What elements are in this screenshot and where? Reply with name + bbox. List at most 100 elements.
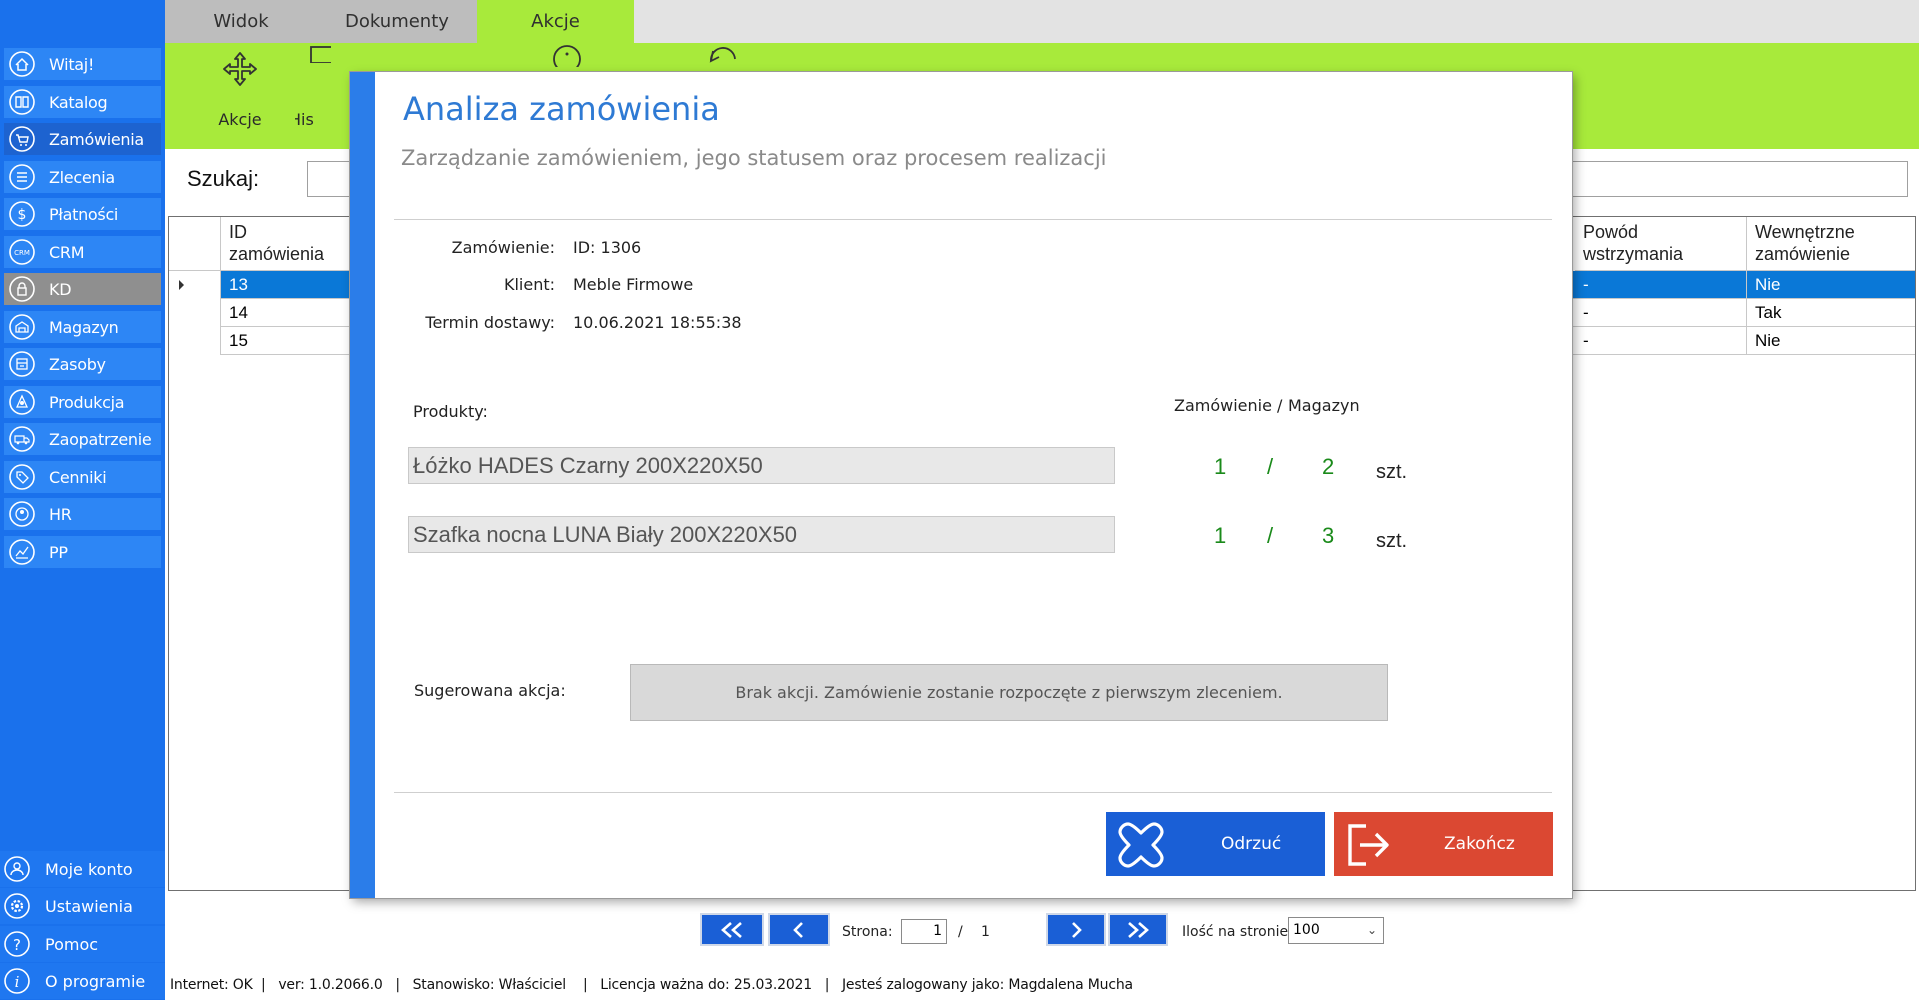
grid-corner [169,217,221,271]
first-page-button[interactable] [700,913,764,946]
cell-reason: - [1575,299,1747,327]
suggested-action-value: Brak akcji. Zamówienie zostanie rozpoczę… [630,664,1388,721]
page-number-input[interactable]: 1 [901,919,947,944]
sidebar-item-cenniki[interactable]: Cenniki [4,461,161,493]
user-icon [4,856,30,882]
sidebar-item-label: Magazyn [49,317,119,337]
home-icon [9,51,35,77]
sidebar-item-label: HR [49,504,72,524]
divider [394,792,1552,793]
move-arrows-icon [223,52,257,86]
current-row-arrow-icon [179,280,184,290]
ordered-quantity: 1 [1214,454,1227,479]
sidebar-item-pp[interactable]: PP [4,536,161,568]
row-selector[interactable] [169,271,221,299]
column-header-reason[interactable]: Powód wstrzymania [1575,217,1747,271]
chevron-right-icon [1072,921,1082,938]
production-icon [9,389,35,415]
tool-akcje-button[interactable]: Akcje [185,43,295,149]
svg-text:$: $ [18,207,27,223]
sidebar-item-platnosci[interactable]: $ Płatności [4,198,161,230]
sidebar-item-zasoby[interactable]: Zasoby [4,348,161,380]
pp-icon [9,539,35,565]
sidebar-item-zaopatrzenie[interactable]: Zaopatrzenie [4,423,161,455]
product-name-field: Szafka nocna LUNA Biały 200X220X50 [408,516,1115,553]
sidebar-item-label: O programie [45,971,146,991]
reject-button[interactable]: Odrzuć [1106,812,1325,876]
status-bar: Internet: OK | ver: 1.0.2066.0 | Stanowi… [170,977,1133,993]
svg-text:CRM: CRM [14,249,30,257]
sidebar-item-witaj[interactable]: Witaj! [4,48,161,80]
last-page-button[interactable] [1108,913,1168,946]
ordered-quantity: 1 [1214,523,1227,548]
tool-label: Akcje [218,110,262,129]
sidebar-item-produkcja[interactable]: Produkcja [4,386,161,418]
cell-id: 15 [221,327,351,355]
per-page-select[interactable]: 100 ⌄ [1288,917,1384,944]
exit-arrow-icon [1348,824,1389,866]
column-stock-label: Magazyn [1288,396,1360,415]
reject-button-label: Odrzuć [1221,834,1282,854]
unit-label: szt. [1376,461,1408,483]
sidebar-item-label: CRM [49,242,85,262]
finish-button-label: Zakończ [1444,834,1515,854]
sidebar-item-label: Cenniki [49,467,107,487]
per-page-value: 100 [1293,922,1320,938]
page-separator: / [958,924,963,940]
svg-text:?: ? [13,936,21,954]
dialog-title: Analiza zamówienia [403,90,720,128]
page-label: Strona: [842,924,893,940]
stock-quantity: 2 [1322,454,1335,479]
sidebar-item-zamowienia[interactable]: Zamówienia [4,123,161,155]
row-selector[interactable] [169,299,221,327]
order-label: Zamówienie: [451,238,555,257]
row-selector[interactable] [169,327,221,355]
chevron-left-icon [793,921,803,938]
sidebar-help[interactable]: ? Pomoc [0,926,165,962]
sidebar-item-kd[interactable]: KD [4,273,161,305]
cell-id: 14 [221,299,351,327]
hr-icon [9,501,35,527]
search-label: Szukaj: [187,166,260,191]
sidebar-item-label: KD [49,279,72,299]
dollar-icon: $ [9,201,35,227]
per-page-label: Ilość na stronie: [1182,924,1293,940]
sidebar-item-crm[interactable]: CRM CRM [4,236,161,268]
sidebar-item-katalog[interactable]: Katalog [4,86,161,118]
prev-page-button[interactable] [768,913,830,946]
client-label: Klient: [503,275,555,294]
tool-history-button[interactable]: His [295,43,331,149]
sidebar-about[interactable]: i O programie [0,963,165,999]
sidebar-item-label: Zaopatrzenie [49,429,152,449]
next-page-button[interactable] [1046,913,1106,946]
sidebar-item-label: Zlecenia [49,167,115,187]
sidebar-item-label: Moje konto [45,859,133,879]
page-total: 1 [981,924,990,940]
truck-icon [9,426,35,452]
info-icon: i [4,968,30,994]
sidebar-my-account[interactable]: Moje konto [0,851,165,887]
sidebar: Witaj! Katalog Zamówienia Zlecenia $ Pła… [0,0,165,1000]
column-header-id[interactable]: ID zamówienia [221,217,351,271]
sidebar-item-label: Zasoby [49,354,106,374]
lock-icon [9,276,35,302]
sidebar-item-zlecenia[interactable]: Zlecenia [4,161,161,193]
finish-button[interactable]: Zakończ [1334,812,1553,876]
tab-dokumenty[interactable]: Dokumenty [317,0,477,43]
sidebar-item-hr[interactable]: HR [4,498,161,530]
double-chevron-right-icon [1128,921,1149,938]
column-header-internal[interactable]: Wewnętrzne zamówienie [1747,217,1915,271]
sidebar-settings[interactable]: Ustawienia [0,888,165,924]
cell-internal: Nie [1755,331,1781,350]
order-value: ID: 1306 [573,238,642,257]
cell-reason: - [1575,327,1747,355]
sidebar-item-label: Płatności [49,204,119,224]
tab-label: Akcje [531,11,580,32]
cell-internal: Nie [1755,275,1781,294]
tab-widok[interactable]: Widok [165,0,317,43]
divider [394,219,1552,220]
sidebar-item-magazyn[interactable]: Magazyn [4,311,161,343]
tab-akcje[interactable]: Akcje [477,0,634,43]
sidebar-item-label: Produkcja [49,392,125,412]
gear-icon [4,893,30,919]
